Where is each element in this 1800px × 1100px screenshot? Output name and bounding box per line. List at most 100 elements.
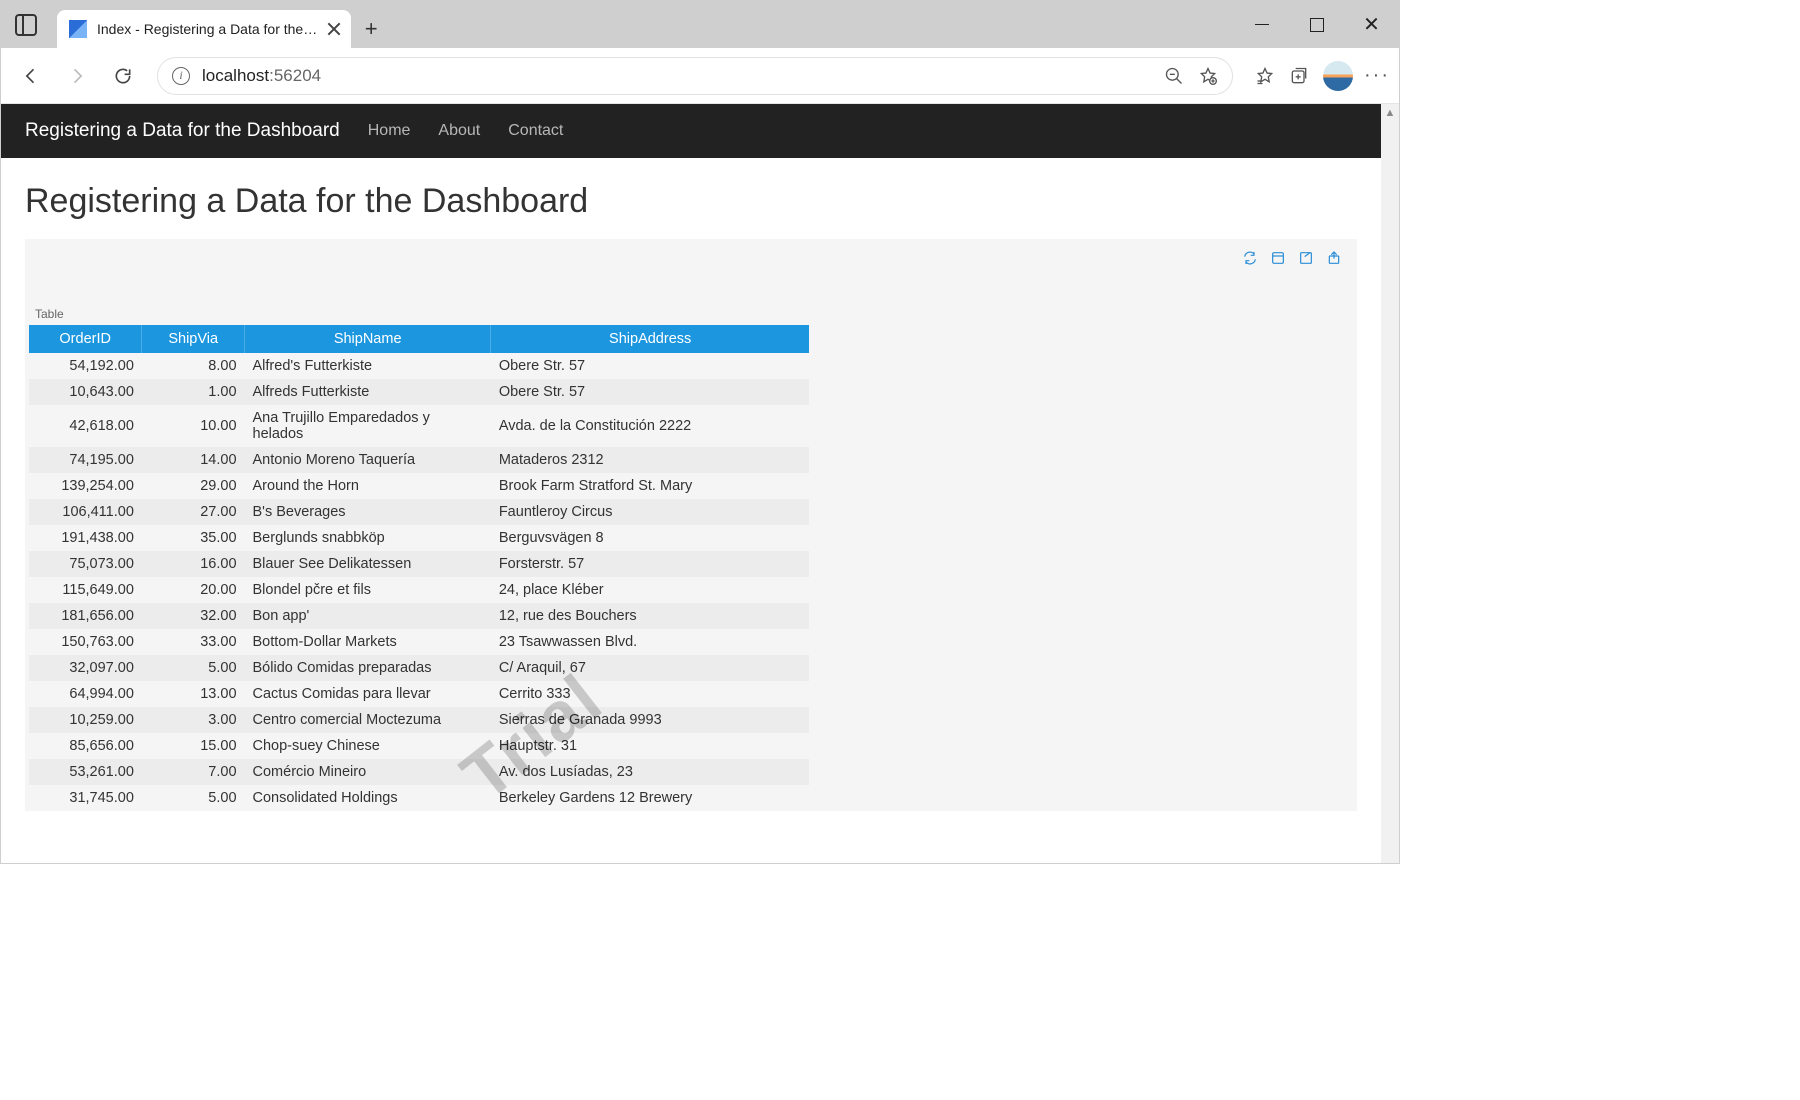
cell-orderid: 74,195.00	[29, 447, 142, 473]
nav-link-about[interactable]: About	[438, 122, 480, 140]
cell-orderid: 115,649.00	[29, 577, 142, 603]
cell-shipaddr: Obere Str. 57	[491, 379, 809, 405]
table-row[interactable]: 181,656.0032.00Bon app'12, rue des Bouch…	[29, 603, 809, 629]
cell-orderid: 42,618.00	[29, 405, 142, 447]
table-row[interactable]: 54,192.008.00Alfred's FutterkisteObere S…	[29, 353, 809, 379]
table-row[interactable]: 85,656.0015.00Chop-suey ChineseHauptstr.…	[29, 733, 809, 759]
refresh-dashboard-icon[interactable]	[1241, 249, 1259, 267]
cell-shipvia: 7.00	[142, 759, 245, 785]
cell-shipaddr: Mataderos 2312	[491, 447, 809, 473]
cell-shipname: Cactus Comidas para llevar	[245, 681, 491, 707]
cell-orderid: 53,261.00	[29, 759, 142, 785]
table-widget: Table OrderID ShipVia ShipName ShipAddre…	[25, 267, 1357, 811]
profile-avatar[interactable]	[1323, 61, 1353, 91]
table-row[interactable]: 31,745.005.00Consolidated HoldingsBerkel…	[29, 785, 809, 811]
cell-shipaddr: Berkeley Gardens 12 Brewery	[491, 785, 809, 811]
cell-shipvia: 33.00	[142, 629, 245, 655]
data-table: OrderID ShipVia ShipName ShipAddress 54,…	[29, 325, 809, 811]
cell-shipvia: 16.00	[142, 551, 245, 577]
table-row[interactable]: 64,994.0013.00Cactus Comidas para llevar…	[29, 681, 809, 707]
vertical-scrollbar[interactable]: ▲	[1381, 104, 1399, 863]
favicon-icon	[69, 20, 87, 38]
col-header-orderid[interactable]: OrderID	[29, 325, 142, 353]
cell-orderid: 75,073.00	[29, 551, 142, 577]
favorites-icon[interactable]	[1255, 66, 1275, 86]
collections-icon[interactable]	[1289, 66, 1309, 86]
cell-shipname: Consolidated Holdings	[245, 785, 491, 811]
table-row[interactable]: 10,643.001.00Alfreds FutterkisteObere St…	[29, 379, 809, 405]
cell-orderid: 139,254.00	[29, 473, 142, 499]
tab-actions-icon[interactable]	[15, 14, 37, 36]
address-bar[interactable]: i localhost:56204	[157, 57, 1233, 95]
cell-shipvia: 1.00	[142, 379, 245, 405]
new-tab-button[interactable]: +	[351, 10, 391, 48]
col-header-shipvia[interactable]: ShipVia	[142, 325, 245, 353]
cell-shipvia: 5.00	[142, 785, 245, 811]
cell-shipname: Centro comercial Moctezuma	[245, 707, 491, 733]
scroll-up-icon[interactable]: ▲	[1381, 104, 1399, 122]
cell-orderid: 31,745.00	[29, 785, 142, 811]
table-row[interactable]: 191,438.0035.00Berglunds snabbköpBerguvs…	[29, 525, 809, 551]
cell-shipname: Blauer See Delikatessen	[245, 551, 491, 577]
table-row[interactable]: 115,649.0020.00Blondel pčre et fils24, p…	[29, 577, 809, 603]
table-row[interactable]: 53,261.007.00Comércio MineiroAv. dos Lus…	[29, 759, 809, 785]
cell-orderid: 181,656.00	[29, 603, 142, 629]
cell-shipaddr: 24, place Kléber	[491, 577, 809, 603]
cell-shipname: Bon app'	[245, 603, 491, 629]
cell-shipaddr: 12, rue des Bouchers	[491, 603, 809, 629]
titlebar: Index - Registering a Data for the… + ✕	[1, 1, 1399, 48]
col-header-shipaddr[interactable]: ShipAddress	[491, 325, 809, 353]
cell-shipname: Berglunds snabbköp	[245, 525, 491, 551]
cell-orderid: 191,438.00	[29, 525, 142, 551]
table-row[interactable]: 32,097.005.00Bólido Comidas preparadasC/…	[29, 655, 809, 681]
table-row[interactable]: 74,195.0014.00Antonio Moreno TaqueríaMat…	[29, 447, 809, 473]
export-dashboard-icon[interactable]	[1325, 249, 1343, 267]
cell-shipvia: 3.00	[142, 707, 245, 733]
window-maximize-button[interactable]	[1289, 1, 1344, 48]
close-tab-icon[interactable]	[327, 22, 341, 36]
cell-shipvia: 15.00	[142, 733, 245, 759]
cell-shipaddr: C/ Araquil, 67	[491, 655, 809, 681]
favorite-add-icon[interactable]	[1198, 66, 1218, 86]
site-info-icon[interactable]: i	[172, 67, 190, 85]
expand-dashboard-icon[interactable]	[1297, 249, 1315, 267]
nav-link-home[interactable]: Home	[368, 122, 411, 140]
cell-shipaddr: Hauptstr. 31	[491, 733, 809, 759]
page-heading: Registering a Data for the Dashboard	[25, 182, 1357, 221]
cell-shipaddr: Av. dos Lusíadas, 23	[491, 759, 809, 785]
cell-shipaddr: Avda. de la Constitución 2222	[491, 405, 809, 447]
brand[interactable]: Registering a Data for the Dashboard	[25, 120, 340, 142]
table-row[interactable]: 106,411.0027.00B's BeveragesFauntleroy C…	[29, 499, 809, 525]
back-button[interactable]	[13, 58, 49, 94]
browser-tab[interactable]: Index - Registering a Data for the…	[57, 10, 351, 48]
window-minimize-button[interactable]	[1234, 1, 1289, 48]
cell-shipaddr: Fauntleroy Circus	[491, 499, 809, 525]
table-row[interactable]: 75,073.0016.00Blauer See DelikatessenFor…	[29, 551, 809, 577]
cell-shipname: Antonio Moreno Taquería	[245, 447, 491, 473]
zoom-out-icon[interactable]	[1164, 66, 1184, 86]
scroll-thumb[interactable]	[1381, 122, 1399, 863]
table-row[interactable]: 139,254.0029.00Around the HornBrook Farm…	[29, 473, 809, 499]
more-icon[interactable]: ···	[1367, 66, 1387, 86]
table-row[interactable]: 42,618.0010.00Ana Trujillo Emparedados y…	[29, 405, 809, 447]
table-row[interactable]: 150,763.0033.00Bottom-Dollar Markets23 T…	[29, 629, 809, 655]
col-header-shipname[interactable]: ShipName	[245, 325, 491, 353]
cell-orderid: 32,097.00	[29, 655, 142, 681]
nav-link-contact[interactable]: Contact	[508, 122, 563, 140]
url-text: localhost:56204	[202, 66, 321, 86]
window-close-button[interactable]: ✕	[1344, 1, 1399, 48]
cell-orderid: 10,643.00	[29, 379, 142, 405]
cell-shipname: Blondel pčre et fils	[245, 577, 491, 603]
cell-shipvia: 29.00	[142, 473, 245, 499]
forward-button[interactable]	[59, 58, 95, 94]
cell-shipaddr: Sierras de Granada 9993	[491, 707, 809, 733]
refresh-button[interactable]	[105, 58, 141, 94]
page-content: Registering a Data for the Dashboard Hom…	[1, 104, 1381, 863]
cell-shipvia: 20.00	[142, 577, 245, 603]
cell-shipvia: 8.00	[142, 353, 245, 379]
table-row[interactable]: 10,259.003.00Centro comercial MoctezumaS…	[29, 707, 809, 733]
cell-orderid: 10,259.00	[29, 707, 142, 733]
cell-shipname: Chop-suey Chinese	[245, 733, 491, 759]
cell-shipvia: 13.00	[142, 681, 245, 707]
settings-dashboard-icon[interactable]	[1269, 249, 1287, 267]
